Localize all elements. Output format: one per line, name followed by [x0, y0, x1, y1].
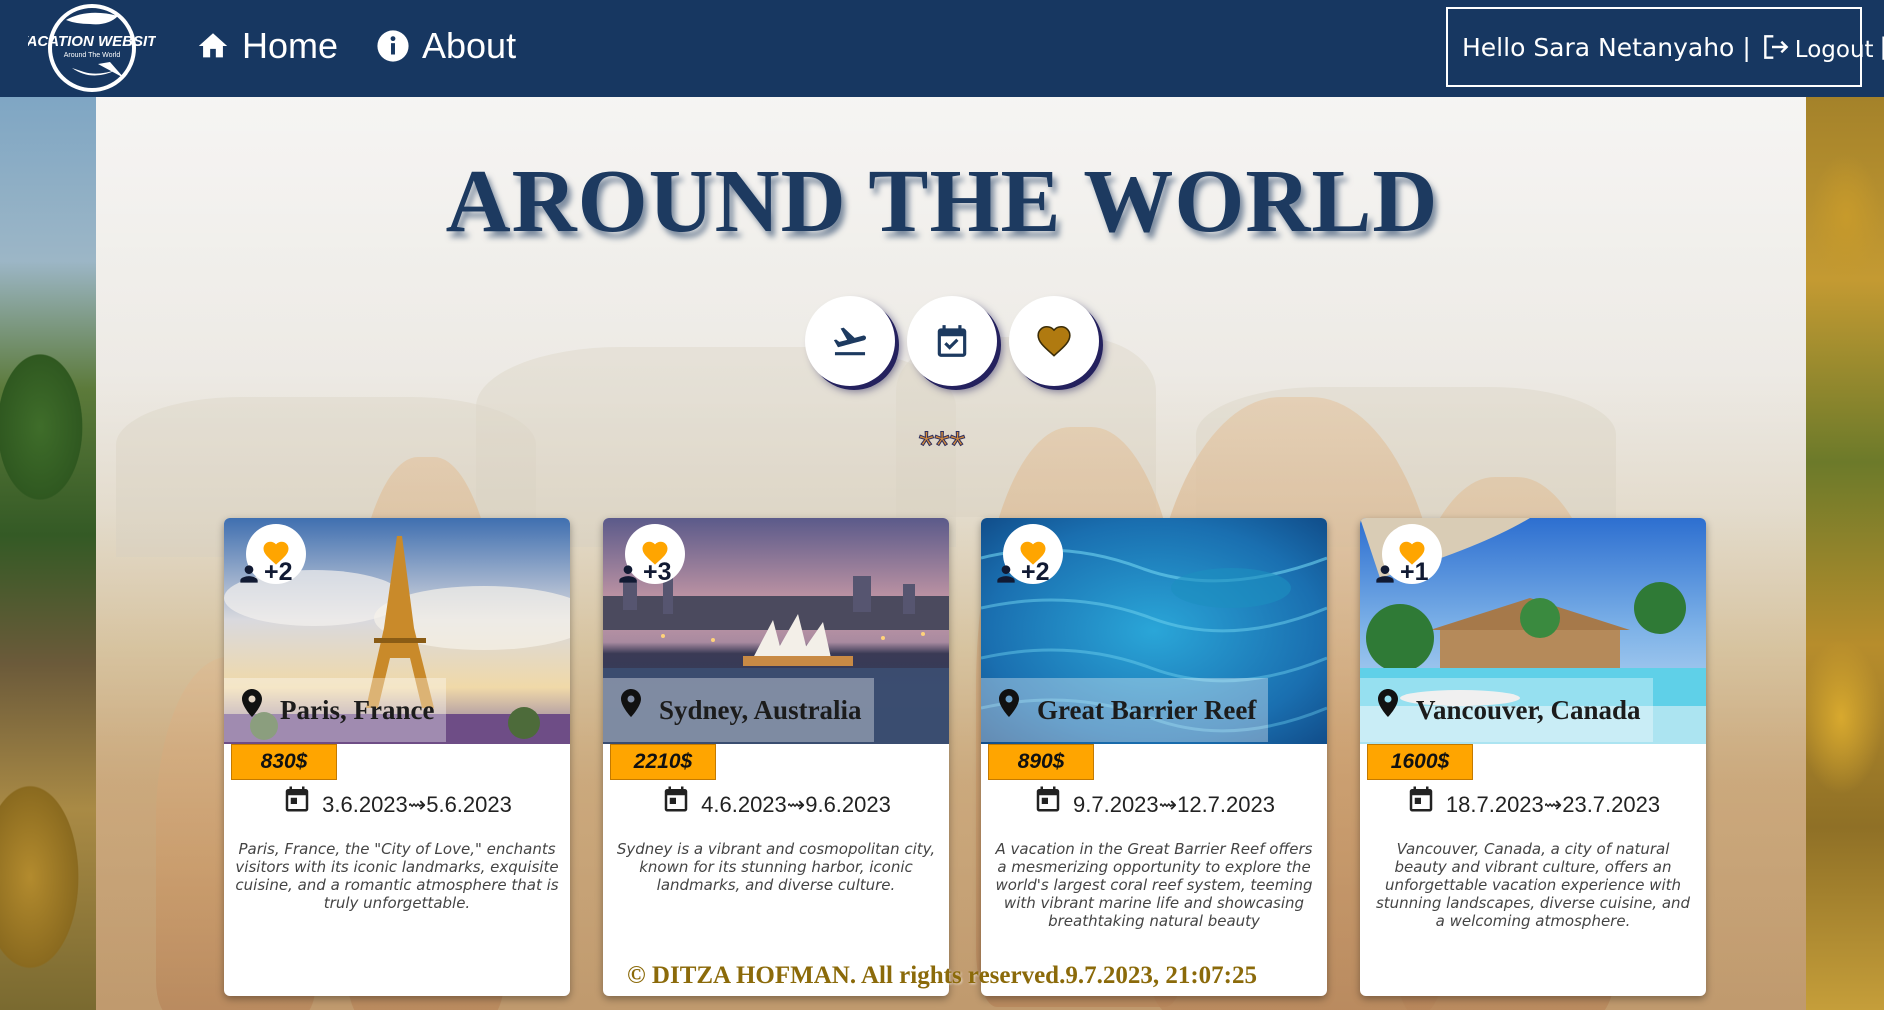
user-panel: Hello Sara Netanyaho | Logout |	[1446, 7, 1884, 87]
end-date: 5.6.2023	[426, 792, 512, 817]
vacation-dates: 3.6.2023 ⇝ 5.6.2023	[224, 786, 570, 818]
top-navbar: VACATION WEBSITE Around The World Home A…	[0, 0, 1884, 97]
price-badge: 1600$	[1367, 744, 1473, 780]
vacation-description: Paris, France, the "City of Love," encha…	[235, 840, 559, 912]
destination-label: Sydney, Australia	[603, 678, 874, 742]
logo-title: VACATION WEBSITE	[28, 33, 156, 50]
flight-takeoff-icon	[833, 327, 867, 356]
calendar-icon	[664, 786, 688, 812]
nav-about-label: About	[422, 25, 517, 66]
decorative-stars: ***	[0, 424, 1884, 469]
page-title: AROUND THE WORLD	[445, 152, 1439, 251]
location-pin-icon	[621, 689, 641, 717]
date-arrow: ⇝	[1543, 792, 1563, 817]
vacation-dates: 9.7.2023 ⇝ 12.7.2023	[981, 786, 1327, 818]
upcoming-flights-filter-button[interactable]	[805, 296, 895, 386]
nav-home-link[interactable]: Home	[196, 22, 338, 70]
likes-value: +2	[264, 558, 293, 586]
likes-count: +3	[615, 558, 672, 587]
copyright-footer: © DITZA HOFMAN. All rights reserved.9.7.…	[627, 962, 1257, 989]
price-badge: 2210$	[610, 744, 716, 780]
start-date: 3.6.2023	[322, 792, 408, 817]
destination-name: Great Barrier Reef	[1037, 694, 1257, 725]
start-date: 4.6.2023	[701, 792, 787, 817]
price-badge: 830$	[231, 744, 337, 780]
filter-buttons	[805, 296, 1099, 386]
user-greeting: Hello Sara Netanyaho	[1462, 32, 1735, 62]
destination-name: Vancouver, Canada	[1416, 694, 1641, 725]
location-pin-icon	[242, 689, 262, 717]
site-logo[interactable]: VACATION WEBSITE Around The World	[18, 2, 167, 92]
person-icon	[997, 565, 1015, 583]
logout-button[interactable]: Logout	[1759, 31, 1874, 63]
logout-separator: |	[1879, 34, 1884, 60]
calendar-check-icon	[937, 325, 967, 357]
vacation-card: +1 Vancouver, Canada 1600$ 18.7.2023 ⇝ 2…	[1360, 518, 1706, 996]
nav-about-link[interactable]: About	[376, 22, 516, 70]
location-pin-icon	[999, 689, 1019, 717]
vacation-card: +3 Sydney, Australia 2210$ 4.6.2023 ⇝ 9.…	[603, 518, 949, 996]
vacation-image-sydney: +3 Sydney, Australia	[603, 518, 949, 744]
calendar-icon	[1036, 786, 1060, 812]
liked-filter-button[interactable]	[1009, 296, 1099, 386]
heart-filter-icon	[1037, 325, 1071, 357]
end-date: 12.7.2023	[1177, 792, 1275, 817]
date-arrow: ⇝	[786, 792, 806, 817]
vacation-dates: 18.7.2023 ⇝ 23.7.2023	[1360, 786, 1706, 818]
likes-value: +3	[643, 558, 672, 586]
logout-icon	[1763, 35, 1789, 59]
likes-value: +2	[1021, 558, 1050, 586]
vacation-dates: 4.6.2023 ⇝ 9.6.2023	[603, 786, 949, 818]
destination-label: Paris, France	[224, 678, 447, 742]
likes-count: +1	[1372, 558, 1429, 587]
logo-subtitle: Around The World	[64, 52, 121, 59]
person-icon	[1376, 565, 1394, 583]
start-date: 9.7.2023	[1073, 792, 1159, 817]
vacation-description: Vancouver, Canada, a city of natural bea…	[1375, 840, 1691, 930]
likes-count: +2	[236, 558, 293, 587]
home-icon	[198, 33, 228, 58]
vacation-image-great-barrier-reef: +2 Great Barrier Reef	[981, 518, 1327, 744]
vacation-card: +2 Paris, France 830$ 3.6.2023 ⇝ 5.6.202…	[224, 518, 570, 996]
start-date: 18.7.2023	[1445, 792, 1544, 817]
destination-label: Vancouver, Canada	[1360, 678, 1653, 742]
nav-home-label: Home	[242, 25, 339, 66]
vacation-image-paris: +2 Paris, France	[224, 518, 570, 744]
vacation-card: +2 Great Barrier Reef 890$ 9.7.2023 ⇝ 12…	[981, 518, 1327, 996]
destination-name: Paris, France	[280, 694, 435, 725]
active-now-filter-button[interactable]	[907, 296, 997, 386]
person-icon	[619, 565, 637, 583]
likes-count: +2	[993, 558, 1050, 587]
calendar-icon	[285, 786, 309, 812]
logout-label: Logout	[1794, 37, 1874, 63]
date-arrow: ⇝	[1158, 792, 1178, 817]
destination-label: Great Barrier Reef	[981, 678, 1269, 742]
end-date: 9.6.2023	[805, 792, 891, 817]
end-date: 23.7.2023	[1562, 792, 1661, 817]
likes-value: +1	[1400, 558, 1429, 586]
person-icon	[240, 565, 258, 583]
vacation-image-vancouver: +1 Vancouver, Canada	[1360, 518, 1706, 744]
vacation-description: A vacation in the Great Barrier Reef off…	[995, 840, 1313, 930]
price-badge: 890$	[988, 744, 1094, 780]
user-separator: |	[1742, 32, 1751, 62]
location-pin-icon	[1378, 689, 1398, 717]
destination-name: Sydney, Australia	[659, 694, 862, 725]
info-icon	[377, 30, 409, 62]
vacation-description: Sydney is a vibrant and cosmopolitan cit…	[616, 840, 936, 894]
calendar-icon	[1409, 786, 1433, 812]
stars-text: ***	[918, 424, 966, 469]
date-arrow: ⇝	[407, 792, 427, 817]
